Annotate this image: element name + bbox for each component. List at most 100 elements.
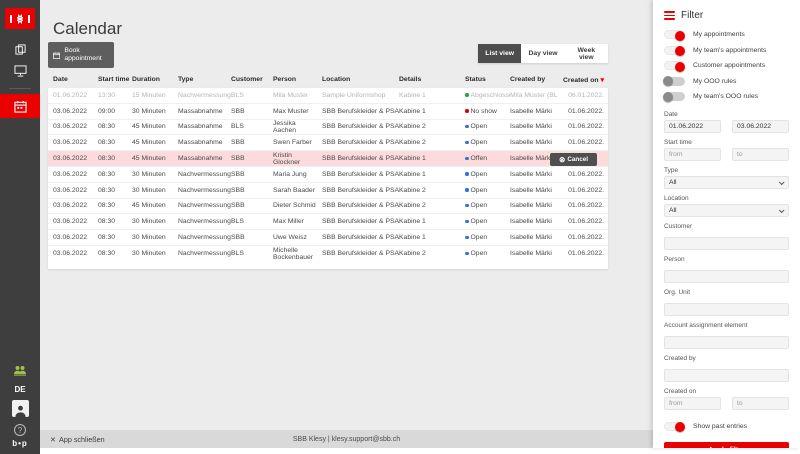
people-icon: [14, 365, 26, 376]
table-row[interactable]: 03.06.2022 08:30 30 Minuten Nachvermessung S…: [48, 183, 608, 199]
column-header-date[interactable]: Date: [53, 76, 98, 84]
start-time-to-input[interactable]: [732, 147, 789, 161]
toggle-customer-appointments[interactable]: [664, 61, 685, 72]
table-row[interactable]: 03.06.2022 08:30 45 Minuten Nachvermessung S…: [48, 199, 608, 215]
cancel-appointment-button[interactable]: ⊗ Cancel: [550, 152, 597, 166]
cell-person: Swen Farber: [273, 139, 312, 147]
cell-status: Open: [465, 139, 510, 146]
tab-list-view[interactable]: List view: [478, 44, 522, 63]
table-row[interactable]: 03.06.2022 08:30 30 Minuten Nachvermessung S…: [48, 167, 608, 183]
cell-start: 08:30: [98, 234, 116, 242]
cell-person: Michelle Bockenbauer: [273, 246, 314, 261]
filter-toggle-row-my-team-s-appointments: My team's appointments: [664, 43, 789, 59]
cell-created-on: 01.06.2022.: [568, 202, 604, 210]
language-selector[interactable]: DE: [14, 385, 25, 394]
customer-input[interactable]: [664, 236, 789, 250]
cell-created-on: 01.06.2022.: [568, 107, 604, 115]
avatar[interactable]: [11, 400, 29, 417]
cell-duration: 45 Minuten: [132, 123, 166, 131]
column-header-status[interactable]: Status: [465, 76, 510, 84]
team-nav-button[interactable]: [0, 359, 40, 381]
account-assignment-input[interactable]: [664, 335, 789, 349]
cell-start: 13:30: [98, 91, 116, 99]
toggle-my-team-s-ooo-rules[interactable]: [663, 91, 685, 102]
tab-week-view[interactable]: Week view: [564, 44, 608, 63]
table-row[interactable]: 03.06.2022 08:30 45 Minuten Massabnahme SBB S…: [48, 135, 608, 152]
cell-type: Nachvermessung: [178, 218, 231, 226]
person-filter-label: Person: [664, 255, 685, 263]
cell-customer: SBB: [231, 186, 245, 194]
cell-details: Kabine 1: [399, 91, 426, 99]
cell-duration: 30 Minuten: [132, 107, 166, 115]
column-header-details[interactable]: Details: [399, 76, 465, 84]
cell-details: Kabine 2: [399, 250, 426, 258]
close-app-button[interactable]: ✕ App schließen: [50, 435, 105, 444]
toggle-my-team-s-appointments[interactable]: [664, 45, 685, 57]
cell-customer: SBB: [231, 202, 245, 210]
status-dot: [465, 109, 469, 113]
cell-status: Offen: [465, 155, 510, 162]
cell-type: Nachvermessung: [178, 234, 231, 242]
date-to-input[interactable]: [732, 119, 789, 133]
column-header-created-by[interactable]: Created by: [510, 76, 558, 84]
toggle-my-appointments[interactable]: [664, 30, 685, 41]
cell-created-by: Isabelle Märki: [510, 170, 552, 178]
help-icon[interactable]: ?: [14, 424, 26, 436]
cell-customer: BLS: [231, 218, 244, 226]
cell-date: 03.06.2022: [53, 155, 88, 163]
cell-location: SBB Berufskleider & PSA: [322, 250, 399, 258]
status-dot: [465, 172, 469, 176]
calendar-nav-button[interactable]: [0, 94, 40, 118]
location-select[interactable]: All: [664, 203, 789, 217]
filter-title: Filter: [681, 10, 704, 21]
cell-person: Maria Jung: [273, 170, 307, 178]
date-from-input[interactable]: [664, 119, 721, 133]
cell-start: 08:30: [98, 250, 116, 258]
cell-person: Sarah Baader: [273, 186, 315, 194]
customer-filter-label: Customer: [664, 222, 693, 230]
created-on-to-input[interactable]: [732, 396, 789, 410]
cell-created-by: Isabelle Märki: [510, 186, 552, 194]
column-header-start-time[interactable]: Start time: [98, 76, 132, 84]
cell-date: 03.06.2022: [53, 107, 88, 115]
start-time-from-input[interactable]: [664, 147, 721, 161]
monitor-nav-button[interactable]: [0, 60, 40, 82]
tab-day-view[interactable]: Day view: [521, 44, 565, 63]
column-header-duration[interactable]: Duration: [132, 76, 178, 84]
show-past-entries-row: Show past entries: [664, 419, 789, 435]
type-select[interactable]: All: [664, 175, 789, 189]
table-row[interactable]: 03.06.2022 08:30 30 Minuten Nachvermessung B…: [48, 246, 608, 262]
column-header-location[interactable]: Location: [322, 76, 399, 84]
book-appointment-button[interactable]: Book appointment: [48, 42, 114, 68]
column-header-created-on[interactable]: Created on ▾: [558, 76, 608, 84]
pages-nav-button[interactable]: [0, 38, 40, 60]
cell-created-on: 01.06.2022.: [568, 170, 604, 178]
apply-filter-button[interactable]: Apply filter: [664, 442, 789, 448]
org-unit-input[interactable]: [664, 302, 789, 316]
type-select-value: All: [669, 178, 677, 186]
column-header-type[interactable]: Type: [178, 76, 231, 84]
cell-duration: 15 Minuten: [132, 91, 166, 99]
created-on-from-input[interactable]: [664, 396, 721, 410]
column-header-customer[interactable]: Customer: [231, 76, 273, 84]
cell-status: Open: [465, 171, 510, 178]
cell-person: Uwe Weisz: [273, 234, 307, 242]
table-row[interactable]: 03.06.2022 09:00 30 Minuten Massabnahme SBB M…: [48, 104, 608, 120]
cell-details: Kabine 2: [399, 123, 426, 131]
table-row[interactable]: 03.06.2022 08:30 45 Minuten Massabnahme SBB K…: [48, 151, 608, 167]
column-header-person[interactable]: Person: [273, 76, 322, 84]
table-row[interactable]: 03.06.2022 08:30 45 Minuten Massabnahme BLS J…: [48, 120, 608, 136]
copy-icon: [14, 43, 26, 55]
cell-details: Kabine 2: [399, 186, 426, 194]
cell-person: Jessika Aachen: [273, 119, 297, 134]
table-row[interactable]: 03.06.2022 08:30 30 Minuten Nachvermessung B…: [48, 214, 608, 231]
created-by-input[interactable]: [664, 368, 789, 382]
toggle-my-ooo-rules[interactable]: [663, 76, 685, 87]
table-row[interactable]: 03.06.2022 08:30 30 Minuten Nachvermessung S…: [48, 230, 608, 246]
show-past-entries-toggle[interactable]: [664, 421, 685, 433]
table-row[interactable]: 01.06.2022 13:30 15 Minuten Nachvermessung B…: [48, 88, 608, 104]
cell-type: Nachvermessung: [178, 250, 231, 258]
menu-icon[interactable]: [664, 11, 675, 20]
person-input[interactable]: [664, 269, 789, 283]
cell-customer: SBB: [231, 155, 245, 163]
